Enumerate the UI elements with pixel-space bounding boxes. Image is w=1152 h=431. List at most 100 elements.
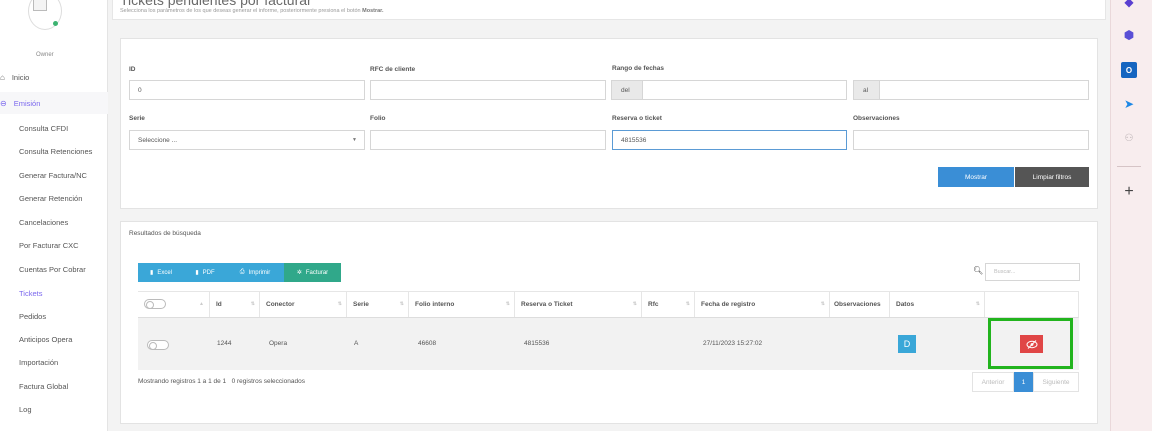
column-serie[interactable]: Serie ⇅	[346, 291, 408, 317]
column-label: Reserva o Ticket	[521, 300, 573, 308]
folio-label: Folio	[370, 115, 386, 122]
row-select-toggle[interactable]	[147, 340, 169, 350]
pdf-button[interactable]: ▮ PDF	[184, 263, 226, 282]
serie-select[interactable]: Seleccione ... ▼	[129, 130, 365, 150]
sidebar-item-log[interactable]: Log	[19, 405, 32, 414]
pager-page-1[interactable]: 1	[1014, 372, 1033, 392]
m365-icon[interactable]: ⬢	[1121, 27, 1137, 43]
rfc-field[interactable]	[370, 80, 606, 100]
search-placeholder: Buscar...	[994, 269, 1016, 275]
sidebar-item-por-facturar-cxc[interactable]: Por Facturar CXC	[19, 241, 79, 250]
circle-arrow-icon: ⊖	[0, 99, 7, 108]
print-icon: ⎙	[239, 269, 245, 275]
outlook-icon[interactable]: O	[1121, 62, 1137, 78]
copilot-icon[interactable]: ◆	[1121, 0, 1137, 10]
eye-slash-icon	[1026, 339, 1037, 349]
sidebar-item-cancelaciones[interactable]: Cancelaciones	[19, 218, 68, 227]
rfc-label: RFC de cliente	[370, 66, 416, 73]
limpiar-filtros-button[interactable]: Limpiar filtros	[1015, 167, 1089, 187]
sidebar-item-emision[interactable]: ⊖ Emisión	[0, 99, 40, 108]
sidebar-item-importacion[interactable]: Importación	[19, 358, 58, 367]
sort-icon: ▲	[199, 301, 204, 307]
sidebar-item-label: Inicio	[11, 73, 30, 82]
search-input[interactable]: Buscar...	[985, 263, 1080, 281]
date-from-field[interactable]	[642, 80, 847, 100]
select-all-toggle[interactable]	[144, 299, 166, 309]
sidebar-item-tickets[interactable]: Tickets	[19, 289, 42, 298]
column-label: Observaciones	[834, 300, 881, 308]
sidebar-item-inicio[interactable]: ⌂ Inicio	[0, 73, 29, 82]
sidebar-item-consulta-cfdi[interactable]: Consulta CFDI	[19, 124, 68, 133]
selected-count: 0 registros seleccionados	[231, 378, 305, 385]
date-to-field[interactable]	[879, 80, 1089, 100]
excel-button[interactable]: ▮ Excel	[138, 263, 184, 282]
imprimir-button[interactable]: ⎙ Imprimir	[226, 263, 284, 282]
page-title: Tickets pendientes por facturar	[120, 0, 312, 8]
cell-folio: 46608	[418, 340, 437, 347]
hide-ticket-button[interactable]	[1020, 335, 1043, 353]
sort-icon: ⇅	[250, 301, 255, 307]
file-icon: ▮	[150, 270, 154, 276]
excel-label: Excel	[157, 269, 172, 276]
sidebar-item-pedidos[interactable]: Pedidos	[19, 312, 46, 321]
datos-button[interactable]: D	[898, 335, 916, 353]
column-label: Serie	[353, 300, 369, 308]
reserva-field[interactable]: 4815536	[612, 130, 847, 150]
observaciones-label: Observaciones	[853, 115, 900, 122]
sort-icon: ⇅	[505, 301, 510, 307]
sidebar-item-label: Emisión	[13, 99, 41, 108]
folio-field[interactable]	[370, 130, 606, 150]
search-icon: 🔍︎	[973, 266, 984, 275]
column-label: Rfc	[648, 300, 659, 308]
mostrar-button[interactable]: Mostrar	[938, 167, 1014, 187]
sidebar-item-generar-factura[interactable]: Generar Factura/NC	[19, 171, 87, 180]
pager-next-button[interactable]: Siguiente	[1033, 372, 1079, 392]
file-icon: ▮	[195, 270, 199, 276]
date-to-addon: al	[853, 80, 880, 100]
sidebar-item-anticipos-opera[interactable]: Anticipos Opera	[19, 335, 72, 344]
sort-icon: ⇅	[975, 301, 980, 307]
column-fecha[interactable]: Fecha de registro ⇅	[694, 291, 829, 317]
subtitle-button-ref: Mostrar.	[362, 8, 384, 14]
select-all-column[interactable]: ▲	[138, 291, 208, 317]
column-label: Datos	[896, 300, 915, 308]
cell-serie: A	[354, 340, 359, 347]
user-role: Owner	[36, 52, 54, 58]
imprimir-label: Imprimir	[248, 269, 271, 276]
sort-icon: ⇅	[685, 301, 690, 307]
column-folio-interno[interactable]: Folio interno ⇅	[408, 291, 514, 317]
column-rfc[interactable]: Rfc ⇅	[641, 291, 694, 317]
avatar[interactable]	[28, 0, 62, 30]
sidebar-item-cuentas-por-cobrar[interactable]: Cuentas Por Cobrar	[19, 265, 86, 274]
date-from-addon: del	[611, 80, 643, 100]
serie-select-value: Seleccione ...	[138, 136, 178, 144]
facturar-button[interactable]: ✲ Facturar	[284, 263, 341, 282]
observaciones-field[interactable]	[853, 130, 1089, 150]
sidebar-item-consulta-retenciones[interactable]: Consulta Retenciones	[19, 147, 92, 156]
column-label: Conector	[266, 300, 295, 308]
records-summary: Mostrando registros 1 a 1 de 1 0 registr…	[138, 378, 305, 385]
sort-icon: ⇅	[632, 301, 637, 307]
column-datos[interactable]: Datos ⇅	[889, 291, 984, 317]
serie-label: Serie	[129, 115, 145, 122]
games-icon[interactable]: ⚇	[1121, 130, 1137, 146]
column-reserva[interactable]: Reserva o Ticket ⇅	[514, 291, 641, 317]
send-icon[interactable]: ➤	[1121, 96, 1137, 112]
avatar-image	[33, 0, 47, 11]
column-id[interactable]: Id ⇅	[209, 291, 259, 317]
results-title: Resultados de búsqueda	[129, 230, 201, 237]
column-conector[interactable]: Conector ⇅	[259, 291, 346, 317]
cell-fecha: 27/11/2023 15:27:02	[703, 340, 763, 347]
column-label: Fecha de registro	[701, 300, 756, 308]
sidebar-item-factura-global[interactable]: Factura Global	[19, 382, 68, 391]
pager-prev-button[interactable]: Anterior	[972, 372, 1014, 392]
id-field[interactable]: 0	[129, 80, 365, 100]
sidebar-item-generar-retencion[interactable]: Generar Retención	[19, 194, 82, 203]
column-observaciones[interactable]: Observaciones	[829, 291, 889, 317]
pdf-label: PDF	[202, 269, 215, 276]
sort-icon: ⇅	[399, 301, 404, 307]
chevron-down-icon: ▼	[352, 137, 357, 143]
add-icon[interactable]: +	[1121, 183, 1137, 200]
column-label: Folio interno	[415, 300, 455, 308]
records-count: Mostrando registros 1 a 1 de 1	[138, 378, 227, 385]
